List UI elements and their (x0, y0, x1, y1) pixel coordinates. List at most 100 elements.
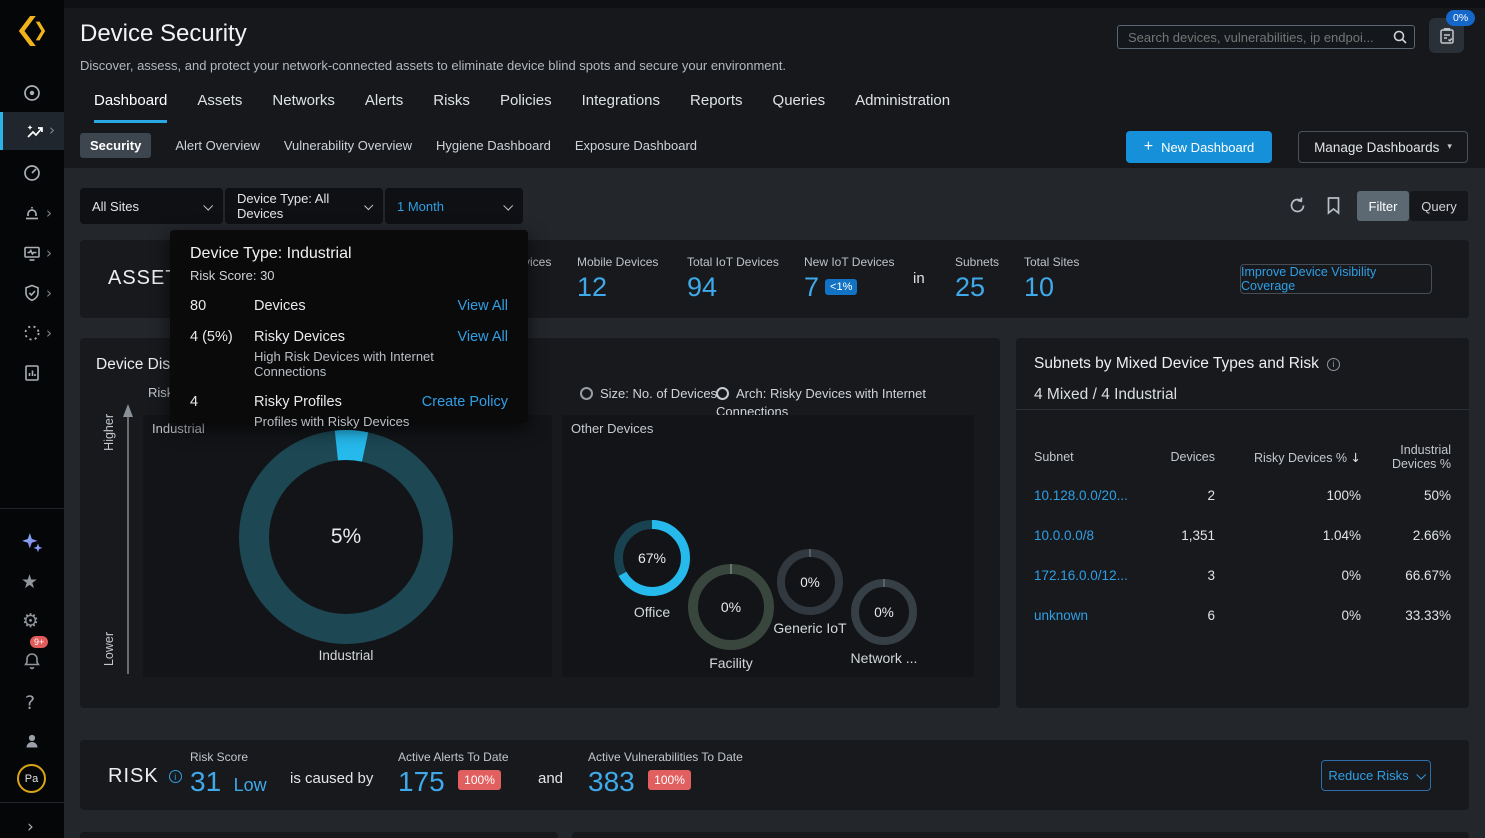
create-policy-link[interactable]: Create Policy (422, 394, 508, 410)
brand-logo[interactable] (16, 13, 48, 49)
gear-icon: ⚙ (22, 612, 39, 631)
reduce-risks-button[interactable]: Reduce Risks (1321, 760, 1431, 791)
tooltip-label: Risky Devices (254, 329, 447, 345)
device-monitor-icon (22, 243, 42, 263)
chevron-right-icon: › (46, 326, 52, 341)
shield-check-icon (22, 283, 42, 303)
subtab-hygiene-dashboard[interactable]: Hygiene Dashboard (436, 133, 551, 158)
subnets-table-header: Subnet Devices Risky Devices % ↓ Industr… (1016, 443, 1469, 471)
top-strip (64, 0, 1485, 8)
sidebar-divider (0, 802, 64, 803)
info-icon[interactable]: i (169, 770, 182, 783)
info-icon[interactable]: i (1327, 358, 1340, 371)
sidebar-item-devices[interactable]: › (0, 234, 64, 272)
tooltip-value: 4 (190, 394, 244, 410)
tab-reports[interactable]: Reports (690, 92, 743, 123)
cell-industrial: 33.33% (1367, 608, 1451, 623)
query-toggle-button[interactable]: Query (1410, 191, 1468, 221)
trend-badge: <1% (825, 279, 857, 295)
tab-administration[interactable]: Administration (855, 92, 950, 123)
new-dashboard-button[interactable]: + New Dashboard (1126, 131, 1272, 163)
time-range-dropdown[interactable]: 1 Month (385, 188, 523, 224)
col-risky[interactable]: Risky Devices % ↓ (1221, 450, 1361, 465)
chevron-right-icon: › (27, 819, 34, 836)
col-industrial[interactable]: Industrial Devices % (1367, 443, 1451, 471)
sidebar-item-alerts[interactable]: › (0, 194, 64, 232)
filter-toggle-button[interactable]: Filter (1357, 191, 1409, 221)
subnet-link[interactable]: unknown (1034, 608, 1139, 623)
device-security-page: › › › › (0, 0, 1485, 838)
chevron-down-icon (364, 201, 373, 210)
cell-devices: 1,351 (1145, 528, 1215, 543)
risk-score-value: 31 (190, 766, 221, 797)
tooltip-label: Devices (254, 298, 447, 314)
sidebar-item-dashboards-active[interactable]: › (0, 112, 64, 150)
radio-size-label: Size: No. of Devices (600, 386, 717, 401)
tab-policies[interactable]: Policies (500, 92, 552, 123)
stat-label: Total Sites (1024, 255, 1079, 269)
view-all-link[interactable]: View All (457, 298, 508, 314)
col-devices[interactable]: Devices (1145, 450, 1215, 464)
dashboard-subnav: Security Alert Overview Vulnerability Ov… (80, 133, 697, 158)
manage-dashboards-button[interactable]: Manage Dashboards ▾ (1298, 131, 1468, 163)
bookmark-icon[interactable] (1325, 196, 1342, 215)
tab-queries[interactable]: Queries (773, 92, 826, 123)
radio-icon (716, 387, 729, 400)
subnet-link[interactable]: 172.16.0.0/12... (1034, 568, 1139, 583)
subtab-vulnerability-overview[interactable]: Vulnerability Overview (284, 133, 412, 158)
tab-integrations[interactable]: Integrations (582, 92, 660, 123)
radio-size[interactable]: Size: No. of Devices (580, 385, 717, 403)
tab-alerts[interactable]: Alerts (365, 92, 403, 123)
col-subnet[interactable]: Subnet (1034, 450, 1139, 464)
alerts-value: 175 (398, 766, 445, 797)
sidebar-item-integrations[interactable]: › (0, 314, 64, 352)
network-bubble-value: 0% (848, 576, 920, 648)
donut-center-value: 5% (231, 422, 461, 652)
sites-dropdown[interactable]: All Sites (80, 188, 223, 224)
search-input[interactable] (1117, 25, 1415, 49)
sidebar-collapse[interactable]: › (0, 808, 64, 838)
sidebar-item-reports[interactable] (0, 354, 64, 392)
sidebar-item-user[interactable] (0, 722, 64, 760)
search-icon[interactable] (1392, 29, 1408, 45)
sidebar-item-settings[interactable]: ⚙ (0, 602, 64, 640)
sidebar-item-ai[interactable] (0, 524, 64, 562)
tab-assets[interactable]: Assets (197, 92, 242, 123)
chevron-right-icon: › (46, 246, 52, 261)
sidebar-item-gauge[interactable] (0, 154, 64, 192)
stat-new-iot-devices: New IoT Devices 7<1% (804, 255, 894, 303)
avatar[interactable]: Pa (17, 764, 46, 793)
subnet-link[interactable]: 10.0.0.0/8 (1034, 528, 1139, 543)
sidebar-item-help[interactable]: ? (0, 684, 64, 722)
subnet-link[interactable]: 10.128.0.0/20... (1034, 488, 1139, 503)
subtab-exposure-dashboard[interactable]: Exposure Dashboard (575, 133, 697, 158)
device-type-dropdown[interactable]: Device Type: All Devices (225, 188, 383, 224)
donut-label: Industrial (231, 648, 461, 663)
chevron-down-icon: ▾ (1447, 142, 1452, 152)
industrial-device-tooltip: Device Type: Industrial Risk Score: 30 8… (170, 230, 528, 423)
subnets-summary: 4 Mixed / 4 Industrial (1034, 386, 1177, 404)
refresh-icon[interactable] (1288, 196, 1307, 215)
manage-dashboards-label: Manage Dashboards (1314, 140, 1439, 155)
view-all-link[interactable]: View All (457, 329, 508, 345)
table-row: 10.0.0.0/8 1,351 1.04% 2.66% (1016, 528, 1469, 543)
tab-dashboard[interactable]: Dashboard (94, 92, 167, 123)
next-panel-stub (80, 832, 558, 838)
cell-risky: 0% (1221, 608, 1361, 623)
improve-visibility-button[interactable]: Improve Device Visibility Coverage (1240, 264, 1432, 294)
radio-icon (580, 387, 593, 400)
sidebar-item-favorites[interactable]: ★ (0, 563, 64, 601)
risk-score-level: Low (234, 775, 267, 795)
tab-risks[interactable]: Risks (433, 92, 470, 123)
axis-lower-label: Lower (102, 632, 116, 666)
tab-networks[interactable]: Networks (272, 92, 335, 123)
sidebar-item-notifications[interactable]: 9+ (0, 642, 64, 680)
subtab-alert-overview[interactable]: Alert Overview (175, 133, 260, 158)
cell-industrial: 66.67% (1367, 568, 1451, 583)
sidebar-item-policies[interactable]: › (0, 274, 64, 312)
chevron-right-icon: › (49, 123, 55, 138)
notification-badge: 9+ (30, 636, 48, 648)
sort-desc-icon[interactable]: ↓ (1351, 450, 1361, 465)
subtab-security[interactable]: Security (80, 133, 151, 158)
sidebar-item-radar[interactable] (0, 74, 64, 112)
